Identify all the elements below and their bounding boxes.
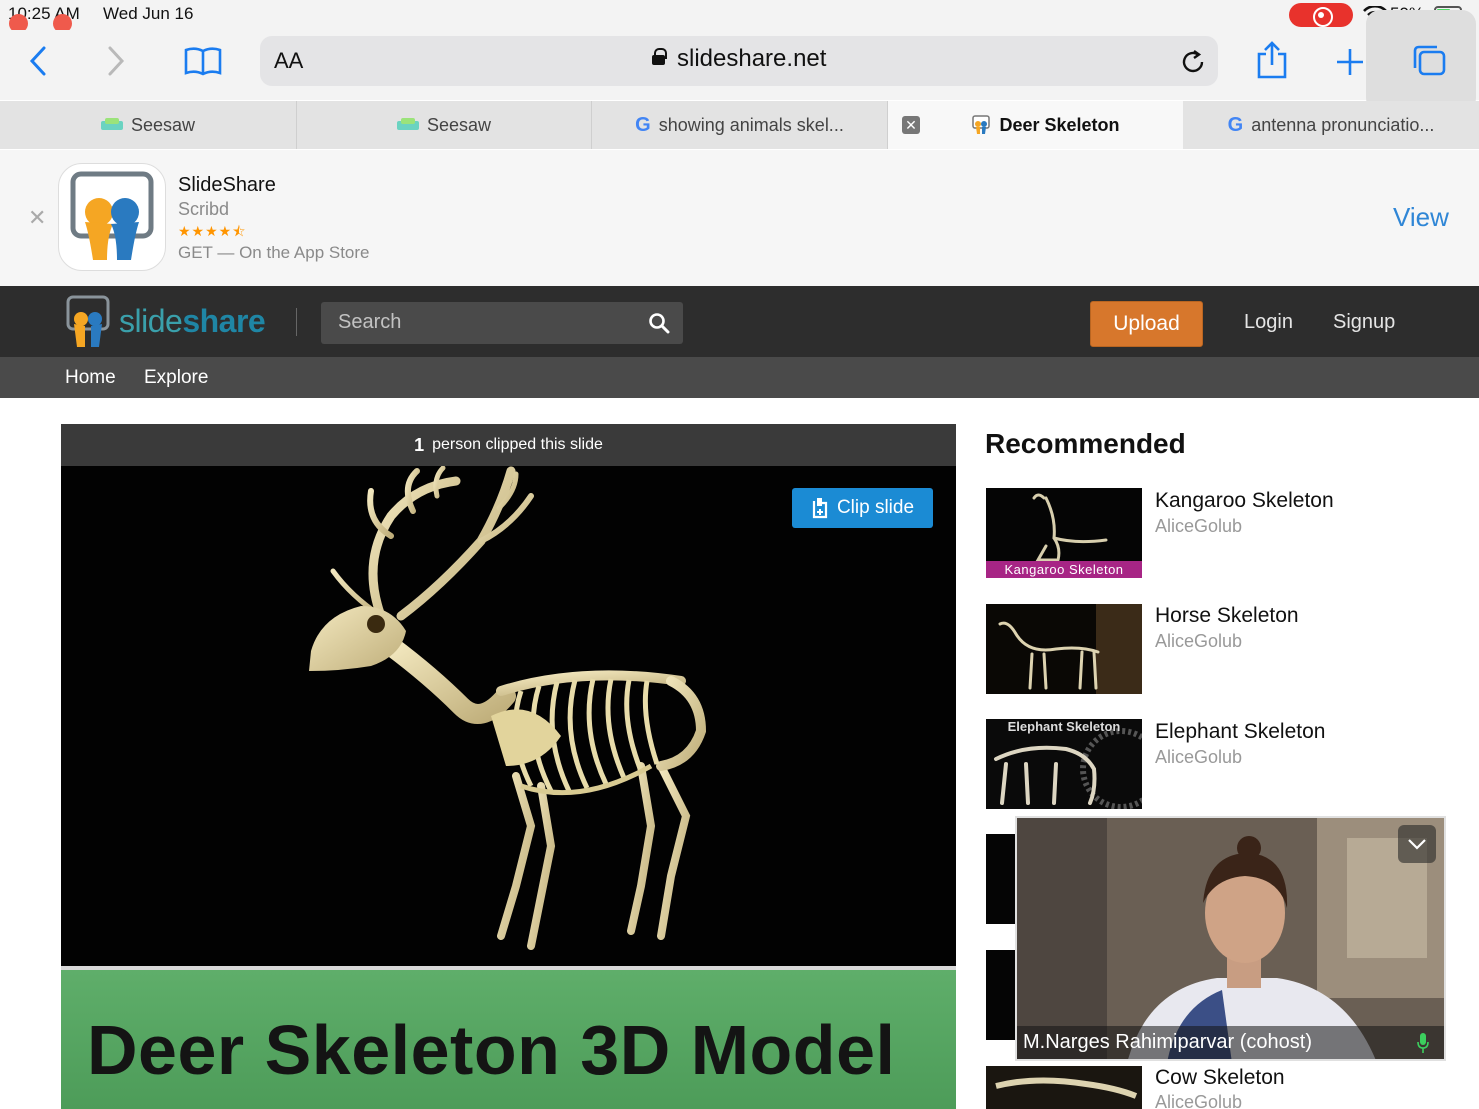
lock-icon (652, 48, 667, 65)
recommended-thumbnail[interactable]: Elephant Skeleton (986, 719, 1142, 809)
thumbnail-caption: Kangaroo Skeleton (986, 561, 1142, 578)
clip-slide-label: Clip slide (836, 497, 915, 518)
recommended-heading: Recommended (985, 428, 1186, 459)
recommended-item-author[interactable]: AliceGolub (1155, 516, 1242, 537)
recommended-item-title[interactable]: Kangaroo Skeleton (1155, 489, 1334, 513)
video-call-window[interactable] (1015, 816, 1446, 1061)
search-icon[interactable] (648, 312, 670, 334)
share-icon[interactable] (1255, 40, 1289, 80)
collapse-video-button[interactable] (1398, 825, 1436, 863)
slideshare-logo-icon (70, 171, 154, 260)
bookmarks-icon[interactable] (183, 45, 223, 77)
slideshare-favicon-icon (972, 115, 991, 134)
recommended-item-title[interactable]: Horse Skeleton (1155, 604, 1299, 628)
clip-icon (812, 498, 828, 519)
chevron-down-icon (1408, 839, 1426, 850)
close-tab-icon[interactable]: ✕ (902, 116, 920, 134)
thumbnail-caption: Elephant Skeleton (1007, 719, 1121, 734)
seesaw-favicon-icon (100, 118, 123, 132)
nav-explore[interactable]: Explore (144, 367, 208, 389)
tab-title: antenna pronunciatio... (1251, 114, 1435, 135)
tab-seesaw-1[interactable]: Seesaw (0, 101, 297, 149)
recommended-item-author[interactable]: AliceGolub (1155, 747, 1242, 768)
cow-skeleton-image (995, 1077, 1138, 1099)
status-date: Wed Jun 16 (103, 4, 194, 23)
back-icon[interactable] (27, 45, 49, 77)
app-name: SlideShare (178, 174, 276, 196)
clip-count-text: person clipped this slide (432, 436, 603, 453)
next-slide-title: Deer Skeleton 3D Model (87, 1011, 896, 1089)
participant-name: M.Narges Rahimiparvar (cohost) (1023, 1031, 1312, 1053)
upload-button[interactable]: Upload (1090, 301, 1203, 347)
deer-skeleton-image (309, 466, 707, 950)
nav-home[interactable]: Home (65, 367, 116, 389)
clip-count: 1 (414, 434, 425, 455)
recommended-item-author[interactable]: AliceGolub (1155, 631, 1242, 652)
logo-part-slide: slide (119, 303, 183, 339)
current-slide[interactable] (61, 466, 956, 966)
close-banner-icon[interactable]: ✕ (28, 205, 46, 231)
reload-icon[interactable] (1180, 47, 1208, 77)
google-favicon-icon: G (1227, 113, 1244, 136)
site-nav (0, 357, 1479, 398)
google-favicon-icon: G (635, 113, 651, 136)
app-rating-stars: ★★★★⯪ (178, 223, 247, 239)
recommended-item-title[interactable]: Elephant Skeleton (1155, 720, 1325, 744)
horse-skeleton-image (998, 604, 1142, 694)
tab-seesaw-2[interactable]: Seesaw (297, 101, 592, 149)
header-divider (296, 308, 297, 336)
tab-deer-skeleton[interactable]: Deer Skeleton (888, 101, 1183, 149)
slideshare-app-icon[interactable] (58, 163, 166, 271)
tab-google-animals[interactable]: G showing animals skel... (592, 101, 888, 149)
site-logo-text[interactable]: slideshare (119, 303, 266, 340)
recommended-thumbnail[interactable]: Kangaroo Skeleton (986, 488, 1142, 578)
slideshare-logo-icon[interactable] (63, 295, 113, 349)
screen-recording-icon[interactable] (1289, 3, 1353, 27)
clip-slide-button[interactable]: Clip slide (792, 488, 933, 528)
status-bar (0, 0, 1479, 30)
tab-google-antenna[interactable]: G antenna pronunciatio... (1183, 101, 1479, 149)
recommended-thumbnail[interactable] (986, 604, 1142, 694)
seesaw-favicon-icon (396, 118, 419, 132)
recommended-item-title[interactable]: Cow Skeleton (1155, 1066, 1285, 1090)
signup-link[interactable]: Signup (1333, 311, 1395, 334)
forward-icon[interactable] (105, 45, 127, 77)
tabs-overview-icon[interactable] (1410, 43, 1450, 79)
recommended-thumbnail[interactable] (986, 1066, 1142, 1109)
app-developer: Scribd (178, 199, 230, 219)
tab-title: Seesaw (426, 114, 492, 135)
app-store-cta: GET — On the App Store (178, 243, 370, 262)
text-size-button[interactable]: AA (274, 48, 303, 74)
view-app-button[interactable]: View (1393, 202, 1449, 233)
tab-title: Deer Skeleton (999, 114, 1120, 135)
microphone-icon (1417, 1033, 1429, 1053)
url-text[interactable]: slideshare.net (677, 45, 826, 73)
tab-title: Seesaw (130, 114, 196, 135)
search-placeholder: Search (338, 311, 402, 333)
participant-video-feed (1017, 818, 1444, 1059)
new-tab-icon[interactable] (1335, 47, 1365, 77)
clip-count-bar: 1 person clipped this slide (61, 424, 956, 466)
login-link[interactable]: Login (1244, 311, 1293, 334)
recommended-item-author[interactable]: AliceGolub (1155, 1092, 1242, 1109)
tab-title: showing animals skel... (658, 114, 844, 135)
logo-part-share: share (182, 303, 266, 339)
